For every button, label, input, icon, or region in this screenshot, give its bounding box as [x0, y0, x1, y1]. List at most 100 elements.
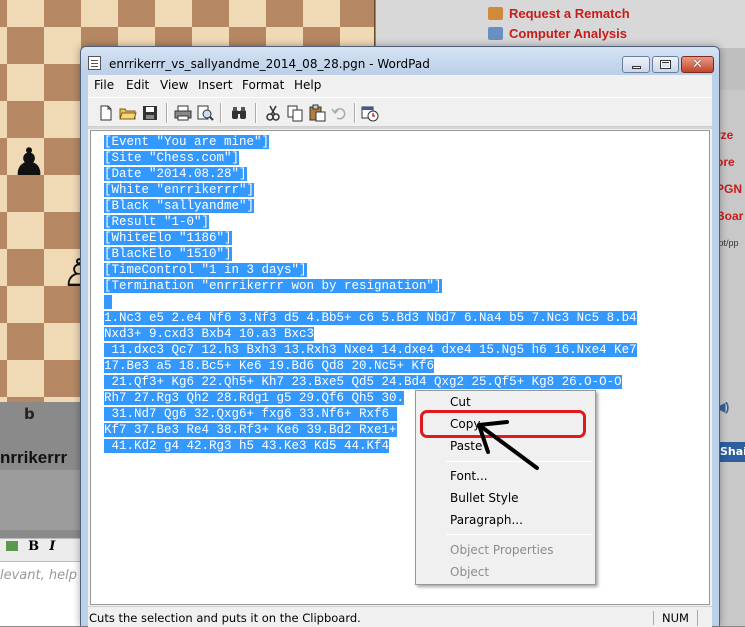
resize-grip-icon[interactable]: [697, 610, 711, 626]
new-icon[interactable]: [97, 104, 115, 122]
document-line[interactable]: [BlackElo "1510"]: [104, 246, 637, 262]
share-button[interactable]: Shai: [716, 442, 745, 462]
selected-text[interactable]: [Result "1-0"]: [104, 215, 210, 229]
selected-text[interactable]: [Site "Chess.com"]: [104, 151, 240, 165]
find-icon[interactable]: [230, 104, 248, 122]
panel-link-fragment-4[interactable]: Boar: [716, 209, 743, 223]
selected-text[interactable]: 41.Kd2 g4 42.Rg3 h5 43.Ke3 Kd5 44.Kf4: [104, 439, 390, 453]
ruler: [88, 127, 712, 129]
menu-item-paste[interactable]: Paste: [419, 437, 593, 457]
menu-file[interactable]: File: [94, 78, 114, 92]
menu-insert[interactable]: Insert: [198, 78, 232, 92]
cut-icon[interactable]: [264, 104, 282, 122]
maximize-button[interactable]: [652, 56, 679, 73]
document-line[interactable]: [104, 294, 637, 310]
undo-icon[interactable]: [330, 104, 348, 122]
request-rematch-link[interactable]: Request a Rematch: [488, 6, 630, 21]
copy-icon[interactable]: [286, 104, 304, 122]
bold-button[interactable]: B: [28, 539, 39, 554]
wordpad-client-area: File Edit View Insert Format Help [Event…: [88, 75, 712, 627]
black-pawn-icon[interactable]: ♟: [12, 143, 46, 181]
document-line[interactable]: [TimeControl "1 in 3 days"]: [104, 262, 637, 278]
status-message: Cuts the selection and puts it on the Cl…: [89, 611, 361, 625]
insert-date-time-icon[interactable]: [361, 104, 379, 122]
document-line[interactable]: 21.Qf3+ Kg6 22.Qh5+ Kh7 23.Bxe5 Qd5 24.B…: [104, 374, 637, 390]
menu-item-object-properties: Object Properties: [450, 543, 554, 557]
status-bar: Cuts the selection and puts it on the Cl…: [88, 606, 712, 627]
selected-text[interactable]: [BlackElo "1510"]: [104, 247, 232, 261]
copy-highlight-box: [420, 410, 586, 438]
document-line[interactable]: 17.Be3 a5 18.Bc5+ Ke6 19.Bd6 Qd8 20.Nc5+…: [104, 358, 637, 374]
menu-item-object: Object: [450, 565, 490, 579]
menu-separator: [446, 534, 592, 535]
document-line[interactable]: 1.Nc3 e5 2.e4 Nf6 3.Nf3 d5 4.Bb5+ c6 5.B…: [104, 310, 637, 326]
board-file-label: b: [24, 405, 35, 423]
menu-item-font[interactable]: Font...: [419, 467, 593, 487]
print-preview-icon[interactable]: [196, 104, 214, 122]
document-line[interactable]: [Date "2014.08.28"]: [104, 166, 637, 182]
document-line[interactable]: [Termination "enrrikerrr won by resignat…: [104, 278, 637, 294]
comment-editor-toolbar: B I: [0, 538, 90, 562]
document-line[interactable]: [Black "sallyandme"]: [104, 198, 637, 214]
wordpad-app-icon[interactable]: [88, 56, 101, 70]
selected-text[interactable]: 11.dxc3 Qc7 12.h3 Bxh3 13.Rxh3 Nxe4 14.d…: [104, 343, 637, 357]
toolbar-separator: [255, 103, 256, 123]
open-icon[interactable]: [119, 104, 137, 122]
minimize-icon: [631, 65, 641, 69]
menu-bar: File Edit View Insert Format Help: [88, 75, 712, 96]
selected-text[interactable]: [Termination "enrrikerrr won by resignat…: [104, 279, 442, 293]
menu-separator: [446, 461, 592, 462]
num-lock-indicator: NUM: [653, 611, 689, 625]
print-icon[interactable]: [174, 104, 192, 122]
menu-format[interactable]: Format: [242, 78, 284, 92]
selected-text[interactable]: [TimeControl "1 in 3 days"]: [104, 263, 307, 277]
window-title: enrrikerrr_vs_sallyandme_2014_08_28.pgn …: [109, 57, 430, 71]
rematch-icon: [488, 7, 503, 20]
close-icon: ✕: [692, 57, 703, 72]
comment-placeholder: levant, help: [0, 568, 77, 583]
toolbar-separator: [220, 103, 221, 123]
editor-image-icon[interactable]: [6, 541, 18, 551]
paste-icon[interactable]: [308, 104, 326, 122]
request-rematch-label: Request a Rematch: [509, 6, 630, 21]
document-line[interactable]: [Site "Chess.com"]: [104, 150, 637, 166]
selected-text[interactable]: 17.Be3 a5 18.Bc5+ Ke6 19.Bd6 Qd8 20.Nc5+…: [104, 359, 435, 373]
menu-item-bullet-style[interactable]: Bullet Style: [419, 489, 593, 509]
document-line[interactable]: [Event "You are mine"]: [104, 134, 637, 150]
menu-help[interactable]: Help: [294, 78, 321, 92]
menu-item-paragraph[interactable]: Paragraph...: [419, 511, 593, 531]
selected-text[interactable]: Rh7 27.Rg3 Qh2 28.Rdg1 g5 29.Qf6 Qh5 30.: [104, 391, 405, 405]
toolbar: [88, 97, 712, 127]
selected-text[interactable]: [Black "sallyandme"]: [104, 199, 255, 213]
toolbar-separator: [166, 103, 167, 123]
selected-text[interactable]: [Date "2014.08.28"]: [104, 167, 247, 181]
selected-text[interactable]: Kf7 37.Be3 Re4 38.Rf3+ Ke6 39.Bd2 Rxe1+: [104, 423, 397, 437]
document-line[interactable]: 11.dxc3 Qc7 12.h3 Bxh3 13.Rxh3 Nxe4 14.d…: [104, 342, 637, 358]
selected-text[interactable]: [White "enrrikerrr"]: [104, 183, 255, 197]
maximize-icon: [660, 60, 671, 69]
title-bar[interactable]: enrrikerrr_vs_sallyandme_2014_08_28.pgn …: [81, 47, 719, 75]
toolbar-separator: [354, 103, 355, 123]
selected-text[interactable]: 1.Nc3 e5 2.e4 Nf6 3.Nf3 d5 4.Bb5+ c6 5.B…: [104, 311, 637, 325]
player-panel: [0, 470, 90, 530]
analysis-icon: [488, 27, 503, 40]
selected-text[interactable]: [104, 295, 112, 309]
menu-view[interactable]: View: [160, 78, 188, 92]
selected-text[interactable]: 21.Qf3+ Kg6 22.Qh5+ Kh7 23.Bxe5 Qd5 24.B…: [104, 375, 622, 389]
italic-button[interactable]: I: [49, 539, 55, 554]
selected-text[interactable]: 31.Nd7 Qg6 32.Qxg6+ fxg6 33.Nf6+ Rxf6: [104, 407, 397, 421]
menu-edit[interactable]: Edit: [126, 78, 149, 92]
computer-analysis-link[interactable]: Computer Analysis: [488, 26, 627, 41]
document-line[interactable]: [White "enrrikerrr"]: [104, 182, 637, 198]
close-button[interactable]: ✕: [681, 56, 714, 73]
minimize-button[interactable]: [622, 56, 650, 73]
selected-text[interactable]: [WhiteElo "1186"]: [104, 231, 232, 245]
document-line[interactable]: [WhiteElo "1186"]: [104, 230, 637, 246]
document-area[interactable]: [Event "You are mine"] [Site "Chess.com"]…: [90, 130, 710, 605]
document-line[interactable]: Nxd3+ 9.cxd3 Bxb4 10.a3 Bxc3: [104, 326, 637, 342]
document-line[interactable]: [Result "1-0"]: [104, 214, 637, 230]
player-name[interactable]: nrrikerrr: [0, 448, 67, 468]
selected-text[interactable]: [Event "You are mine"]: [104, 135, 270, 149]
selected-text[interactable]: Nxd3+ 9.cxd3 Bxb4 10.a3 Bxc3: [104, 327, 315, 341]
save-icon[interactable]: [141, 104, 159, 122]
